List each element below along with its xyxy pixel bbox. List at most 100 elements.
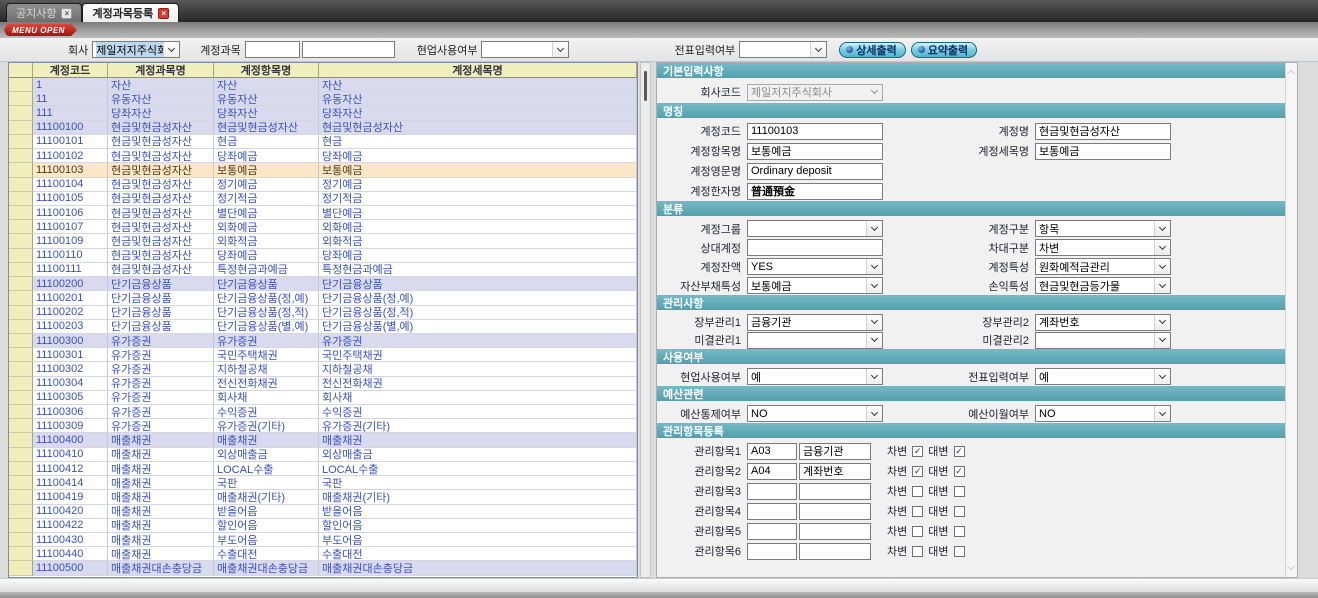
cell-account-detail[interactable]: 유가증권(기타) xyxy=(319,419,637,433)
open-mgmt2-dropdown[interactable] xyxy=(1035,332,1171,349)
cell-account-item[interactable]: 단기금융상품(정,적) xyxy=(214,306,319,320)
cell-account-code[interactable]: 11100306 xyxy=(33,405,108,419)
acct-name-input[interactable] xyxy=(1035,123,1171,140)
row-selector-cell[interactable] xyxy=(9,149,33,163)
acct-group-dropdown[interactable] xyxy=(747,220,883,237)
cell-account-item[interactable]: 정기적금 xyxy=(214,192,319,206)
cell-account-subject[interactable]: 현금및현금성자산 xyxy=(108,249,214,263)
cell-account-subject[interactable]: 유가증권 xyxy=(108,419,214,433)
mgmt-item-code-input[interactable] xyxy=(747,463,797,480)
cell-account-subject[interactable]: 현금및현금성자산 xyxy=(108,263,214,277)
panel-scrollbar[interactable] xyxy=(1285,63,1297,577)
row-selector-cell[interactable] xyxy=(9,249,33,263)
account-code-input[interactable] xyxy=(245,41,300,58)
cell-account-item[interactable]: 현금및현금성자산 xyxy=(214,121,319,135)
cell-account-subject[interactable]: 유가증권 xyxy=(108,391,214,405)
table-row[interactable]: 11100106현금및현금성자산별단예금별단예금 xyxy=(9,206,637,220)
slip-input-dropdown[interactable] xyxy=(739,41,827,58)
table-row[interactable]: 11100111현금및현금성자산특정현금과예금특정현금과예금 xyxy=(9,263,637,277)
cell-account-subject[interactable]: 매출채권 xyxy=(108,476,214,490)
cell-account-subject[interactable]: 유가증권 xyxy=(108,334,214,348)
tab-close-icon[interactable]: × xyxy=(158,8,169,19)
cell-account-item[interactable]: 자산 xyxy=(214,78,319,92)
debit-checkbox[interactable] xyxy=(912,506,923,517)
cell-account-subject[interactable]: 매출채권 xyxy=(108,533,214,547)
cell-account-subject[interactable]: 단기금융상품 xyxy=(108,291,214,305)
credit-checkbox[interactable]: ✓ xyxy=(954,466,965,477)
cell-account-code[interactable]: 11100440 xyxy=(33,547,108,561)
scroll-up-icon[interactable] xyxy=(1287,70,1295,78)
cell-account-item[interactable]: 외화예금 xyxy=(214,220,319,234)
row-selector-cell[interactable] xyxy=(9,391,33,405)
cell-account-code[interactable]: 11100420 xyxy=(33,505,108,519)
table-row[interactable]: 11100430매출채권부도어음부도어음 xyxy=(9,533,637,547)
credit-checkbox[interactable] xyxy=(954,526,965,537)
dc-gubun-dropdown[interactable]: 차변 xyxy=(1035,239,1171,256)
cell-account-item[interactable]: LOCAL수출 xyxy=(214,462,319,476)
field-use-dropdown[interactable] xyxy=(481,41,569,58)
cell-account-subject[interactable]: 당좌자산 xyxy=(108,106,214,120)
counter-acct-input[interactable] xyxy=(747,239,883,256)
cell-account-item[interactable]: 단기금융상품 xyxy=(214,277,319,291)
cell-account-detail[interactable]: 부도어음 xyxy=(319,533,637,547)
cell-account-detail[interactable]: 외화적금 xyxy=(319,234,637,248)
cell-account-detail[interactable]: 당좌예금 xyxy=(319,249,637,263)
cell-account-detail[interactable]: 보통예금 xyxy=(319,163,637,177)
cell-account-detail[interactable]: 회사채 xyxy=(319,391,637,405)
cell-account-subject[interactable]: 유가증권 xyxy=(108,405,214,419)
table-row[interactable]: 11100440매출채권수출대전수출대전 xyxy=(9,547,637,561)
table-row[interactable]: 11100304유가증권전신전화채권전신전화채권 xyxy=(9,377,637,391)
cell-account-subject[interactable]: 단기금융상품 xyxy=(108,306,214,320)
table-row[interactable]: 11100101현금및현금성자산현금현금 xyxy=(9,135,637,149)
cell-account-code[interactable]: 11100203 xyxy=(33,320,108,334)
cell-account-code[interactable]: 11100101 xyxy=(33,135,108,149)
debit-checkbox[interactable]: ✓ xyxy=(912,466,923,477)
table-row[interactable]: 111당좌자산당좌자산당좌자산 xyxy=(9,106,637,120)
cell-account-detail[interactable]: 전신전화채권 xyxy=(319,377,637,391)
cell-account-subject[interactable]: 매출채권 xyxy=(108,505,214,519)
debit-checkbox[interactable] xyxy=(912,546,923,557)
cell-account-item[interactable]: 당좌예금 xyxy=(214,149,319,163)
cell-account-item[interactable]: 수익증권 xyxy=(214,405,319,419)
row-selector-cell[interactable] xyxy=(9,277,33,291)
cell-account-detail[interactable]: 수출대전 xyxy=(319,547,637,561)
book-mgmt1-dropdown[interactable]: 금융기관 xyxy=(747,314,883,331)
row-selector-cell[interactable] xyxy=(9,106,33,120)
cell-account-subject[interactable]: 현금및현금성자산 xyxy=(108,178,214,192)
cell-account-detail[interactable]: 자산 xyxy=(319,78,637,92)
table-row[interactable]: 11100400매출채권매출채권매출채권 xyxy=(9,433,637,447)
cell-account-detail[interactable]: 당좌예금 xyxy=(319,149,637,163)
cell-account-code[interactable]: 111 xyxy=(33,106,108,120)
cell-account-subject[interactable]: 유가증권 xyxy=(108,377,214,391)
mgmt-item-name-input[interactable] xyxy=(799,543,871,560)
cell-account-detail[interactable]: 당좌자산 xyxy=(319,106,637,120)
grid-vertical-scrollbar[interactable] xyxy=(640,62,651,578)
cell-account-detail[interactable]: 단기금융상품(별,예) xyxy=(319,320,637,334)
tab-account-registration[interactable]: 계정과목등록 × xyxy=(82,3,179,22)
cell-account-subject[interactable]: 현금및현금성자산 xyxy=(108,149,214,163)
credit-checkbox[interactable] xyxy=(954,506,965,517)
cell-account-code[interactable]: 11100103 xyxy=(33,163,108,177)
company-dropdown[interactable]: 제일저지주식회사 xyxy=(92,41,180,58)
row-selector-cell[interactable] xyxy=(9,178,33,192)
cell-account-item[interactable]: 보통예금 xyxy=(214,163,319,177)
row-selector-cell[interactable] xyxy=(9,348,33,362)
row-selector-cell[interactable] xyxy=(9,306,33,320)
cell-account-detail[interactable]: 별단예금 xyxy=(319,206,637,220)
cell-account-subject[interactable]: 단기금융상품 xyxy=(108,320,214,334)
cell-account-detail[interactable]: 정기적금 xyxy=(319,192,637,206)
mgmt-item-name-input[interactable] xyxy=(799,443,871,460)
cell-account-detail[interactable]: 매출채권(기타) xyxy=(319,490,637,504)
cell-account-detail[interactable]: 유가증권 xyxy=(319,334,637,348)
cell-account-code[interactable]: 11100412 xyxy=(33,462,108,476)
cell-account-subject[interactable]: 매출채권 xyxy=(108,490,214,504)
cell-account-code[interactable]: 11100430 xyxy=(33,533,108,547)
cell-account-code[interactable]: 11100422 xyxy=(33,519,108,533)
mgmt-item-name-input[interactable] xyxy=(799,483,871,500)
table-row[interactable]: 11100100현금및현금성자산현금및현금성자산현금및현금성자산 xyxy=(9,121,637,135)
cell-account-item[interactable]: 유가증권(기타) xyxy=(214,419,319,433)
row-selector-cell[interactable] xyxy=(9,405,33,419)
cell-account-code[interactable]: 11100111 xyxy=(33,263,108,277)
cell-account-detail[interactable]: 외화예금 xyxy=(319,220,637,234)
table-row[interactable]: 11100103현금및현금성자산보통예금보통예금 xyxy=(9,163,637,177)
